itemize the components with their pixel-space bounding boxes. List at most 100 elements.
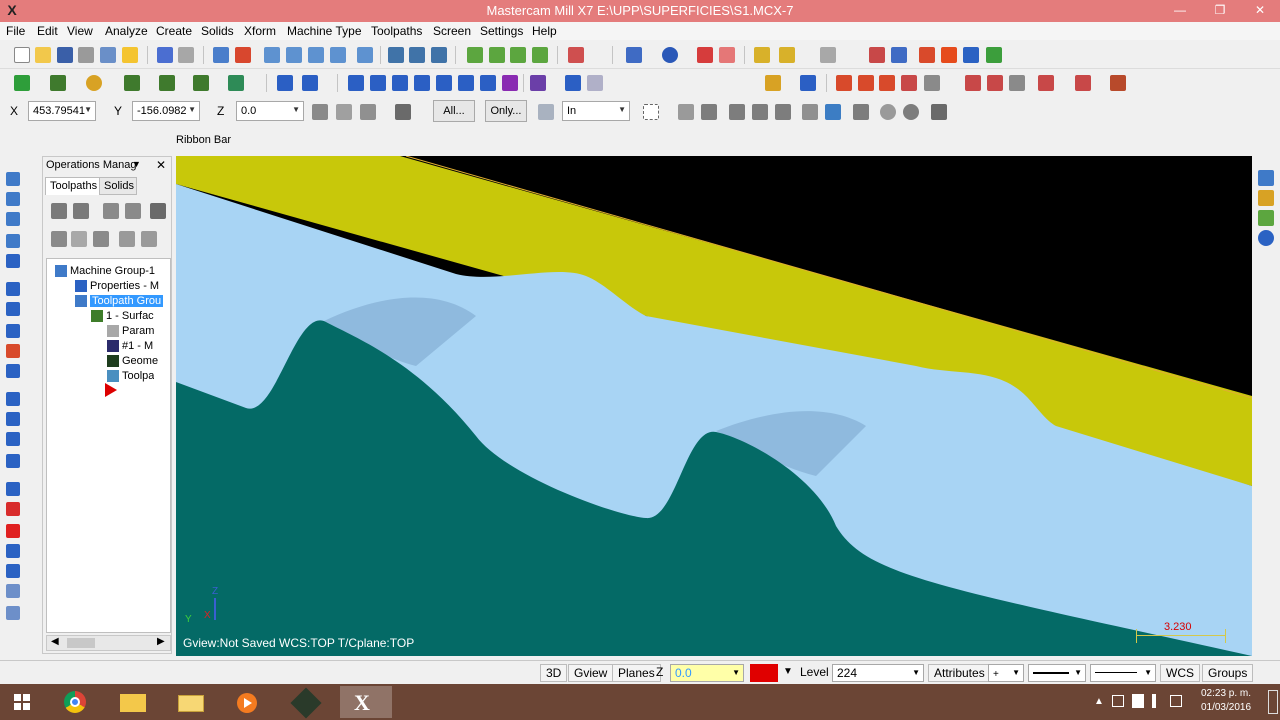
ruled-surface-icon[interactable] (6, 192, 20, 206)
pick-from-back-icon[interactable] (825, 104, 841, 120)
verify-icon[interactable] (853, 104, 869, 120)
unzoom-icon[interactable] (357, 47, 373, 63)
menu-machine-type[interactable]: Machine Type (287, 24, 362, 38)
tray-chevron-icon[interactable]: ▲ (1094, 696, 1104, 707)
solid-revolve-icon[interactable] (6, 502, 20, 516)
xform-stretch-icon[interactable] (502, 75, 518, 91)
zoom-out-icon[interactable] (330, 47, 346, 63)
chain-feature-icon[interactable] (1038, 75, 1054, 91)
xform-mirror-icon[interactable] (370, 75, 386, 91)
ungroup-icon[interactable] (587, 75, 603, 91)
cplane-icon[interactable] (568, 47, 584, 63)
verify-icon[interactable] (941, 47, 957, 63)
break-icon[interactable] (302, 75, 318, 91)
xform-rectangular-array-icon[interactable] (458, 75, 474, 91)
flat-boundary-icon[interactable] (6, 454, 20, 468)
print-icon[interactable] (78, 47, 94, 63)
stock-model-icon[interactable] (965, 75, 981, 91)
erase-icon[interactable] (719, 47, 735, 63)
xform-offset-icon[interactable] (436, 75, 452, 91)
right-view-icon[interactable] (532, 47, 548, 63)
pin-icon[interactable]: ▼ (132, 159, 141, 169)
fence-surface-icon[interactable] (6, 282, 20, 296)
insert-arrow-icon[interactable] (105, 383, 117, 397)
select-window-icon[interactable] (409, 47, 425, 63)
media-player-icon[interactable] (229, 686, 269, 718)
tree-node-properties[interactable]: Properties - M (75, 279, 159, 293)
regenerate-icon[interactable] (103, 203, 119, 219)
zoom-window-icon[interactable] (264, 47, 280, 63)
file-explorer-icon[interactable] (114, 686, 154, 718)
solid-boolean-icon[interactable] (6, 606, 20, 620)
split-surface-icon[interactable] (6, 412, 20, 426)
volume-icon[interactable] (1152, 694, 1164, 708)
fit-icon[interactable] (235, 47, 251, 63)
tool-icon[interactable] (820, 47, 836, 63)
tab-solids[interactable]: Solids (99, 177, 137, 195)
redo-icon[interactable] (178, 47, 194, 63)
help-icon[interactable] (869, 47, 885, 63)
keyboard-icon[interactable] (1170, 695, 1182, 707)
solid-loft-icon[interactable] (6, 544, 20, 558)
open-file-icon[interactable] (35, 47, 51, 63)
menu-file[interactable]: File (6, 24, 25, 38)
drafting-icon[interactable] (924, 75, 940, 91)
edge-select-icon[interactable] (775, 104, 791, 120)
xform-rotate-icon[interactable] (392, 75, 408, 91)
select-dirty-icon[interactable] (73, 203, 89, 219)
menu-screen[interactable]: Screen (433, 24, 471, 38)
top-view-icon[interactable] (489, 47, 505, 63)
fixture-clamp-icon[interactable] (1110, 75, 1126, 91)
spline-icon[interactable] (193, 75, 209, 91)
draft-surface-icon[interactable] (6, 302, 20, 316)
post-icon[interactable] (963, 47, 979, 63)
move-up-icon[interactable] (141, 231, 157, 247)
menu-analyze[interactable]: Analyze (105, 24, 148, 38)
battery-icon[interactable] (1132, 694, 1144, 708)
close-button[interactable]: ✕ (1246, 0, 1274, 20)
face-select-icon[interactable] (729, 104, 745, 120)
fillet-icon[interactable] (124, 75, 140, 91)
loop-select-icon[interactable] (802, 104, 818, 120)
tree-node-machine-group[interactable]: Machine Group-1 (55, 264, 155, 278)
select-all-button[interactable]: All... (433, 100, 475, 122)
transfer-icon[interactable] (986, 47, 1002, 63)
analyze-icon[interactable] (779, 47, 795, 63)
graphics-viewport[interactable]: Z X Y Gview:Not Saved WCS:TOP T/Cplane:T… (176, 156, 1252, 656)
select-all-operations-icon[interactable] (51, 203, 67, 219)
color-swatch[interactable]: 12 (750, 664, 778, 682)
xform-drag-icon[interactable] (480, 75, 496, 91)
level-field[interactable]: 224 ▼ (832, 664, 924, 682)
solid-extrude-icon[interactable] (6, 482, 20, 496)
ribbon-help-icon[interactable] (395, 104, 411, 120)
select-polygon-icon[interactable] (431, 47, 447, 63)
tree-node-toolpath[interactable]: Toolpa (107, 369, 154, 383)
scroll-left-icon[interactable]: ◀ (51, 636, 59, 647)
zoom-target-icon[interactable] (286, 47, 302, 63)
analyze-entity-icon[interactable] (530, 75, 546, 91)
group-icon[interactable] (565, 75, 581, 91)
point-style-dropdown[interactable]: + ▼ (988, 664, 1024, 682)
windows-start-icon[interactable] (2, 686, 42, 718)
trim-icon[interactable] (277, 75, 293, 91)
mastercam-icon[interactable]: X (340, 686, 392, 718)
attributes-button[interactable]: Attributes (928, 664, 991, 682)
wireframe-icon[interactable] (626, 47, 642, 63)
cube-view-icon[interactable] (1258, 210, 1274, 226)
color-dropdown-icon[interactable]: ▼ (783, 664, 793, 682)
body-select-icon[interactable] (752, 104, 768, 120)
menu-settings[interactable]: Settings (480, 24, 523, 38)
save-icon[interactable] (57, 47, 73, 63)
horizontal-scrollbar[interactable]: ◀ ▶ (46, 635, 171, 651)
z-coordinate-field[interactable]: 0.0 ▼ (236, 101, 304, 121)
trim-surface-icon[interactable] (6, 364, 20, 378)
groups-button[interactable]: Groups (1202, 664, 1254, 682)
chrome-icon[interactable] (56, 686, 96, 718)
arc-icon[interactable] (86, 75, 102, 91)
scroll-right-icon[interactable]: ▶ (157, 636, 165, 647)
extend-surface-icon[interactable] (6, 392, 20, 406)
lightbulb-icon[interactable] (122, 47, 138, 63)
solid-icon[interactable] (228, 75, 244, 91)
flip-icon[interactable] (1075, 75, 1091, 91)
print-preview-icon[interactable] (100, 47, 116, 63)
